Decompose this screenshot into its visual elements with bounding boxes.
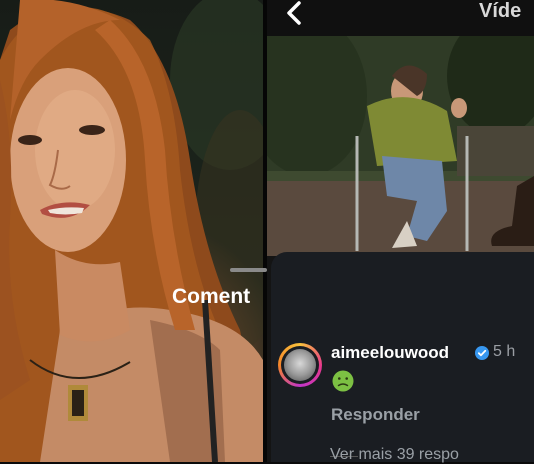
back-button[interactable] [283,0,307,28]
sheet-drag-handle[interactable] [230,268,267,272]
view-more-replies-link[interactable]: Ver mais 39 respo [330,446,459,464]
nauseated-face-icon [332,370,354,392]
comment-timestamp: 5 h [493,343,516,360]
avatar-ring-inner [281,346,319,384]
video-frame [267,36,534,256]
video-player[interactable] [267,36,534,256]
left-photo [0,0,263,462]
verified-badge-icon [475,346,489,360]
page-title: Víde [479,0,522,22]
portrait-image [0,0,263,462]
avatar[interactable] [278,343,322,387]
chevron-left-icon [287,1,301,25]
phone-screenshot: Víde [267,0,534,462]
avatar-image [284,349,316,381]
comment-username[interactable]: aimeelouwood [331,343,449,363]
comments-title: Coment [172,285,251,308]
reply-button[interactable]: Responder [331,405,420,425]
top-bar: Víde [267,0,534,36]
